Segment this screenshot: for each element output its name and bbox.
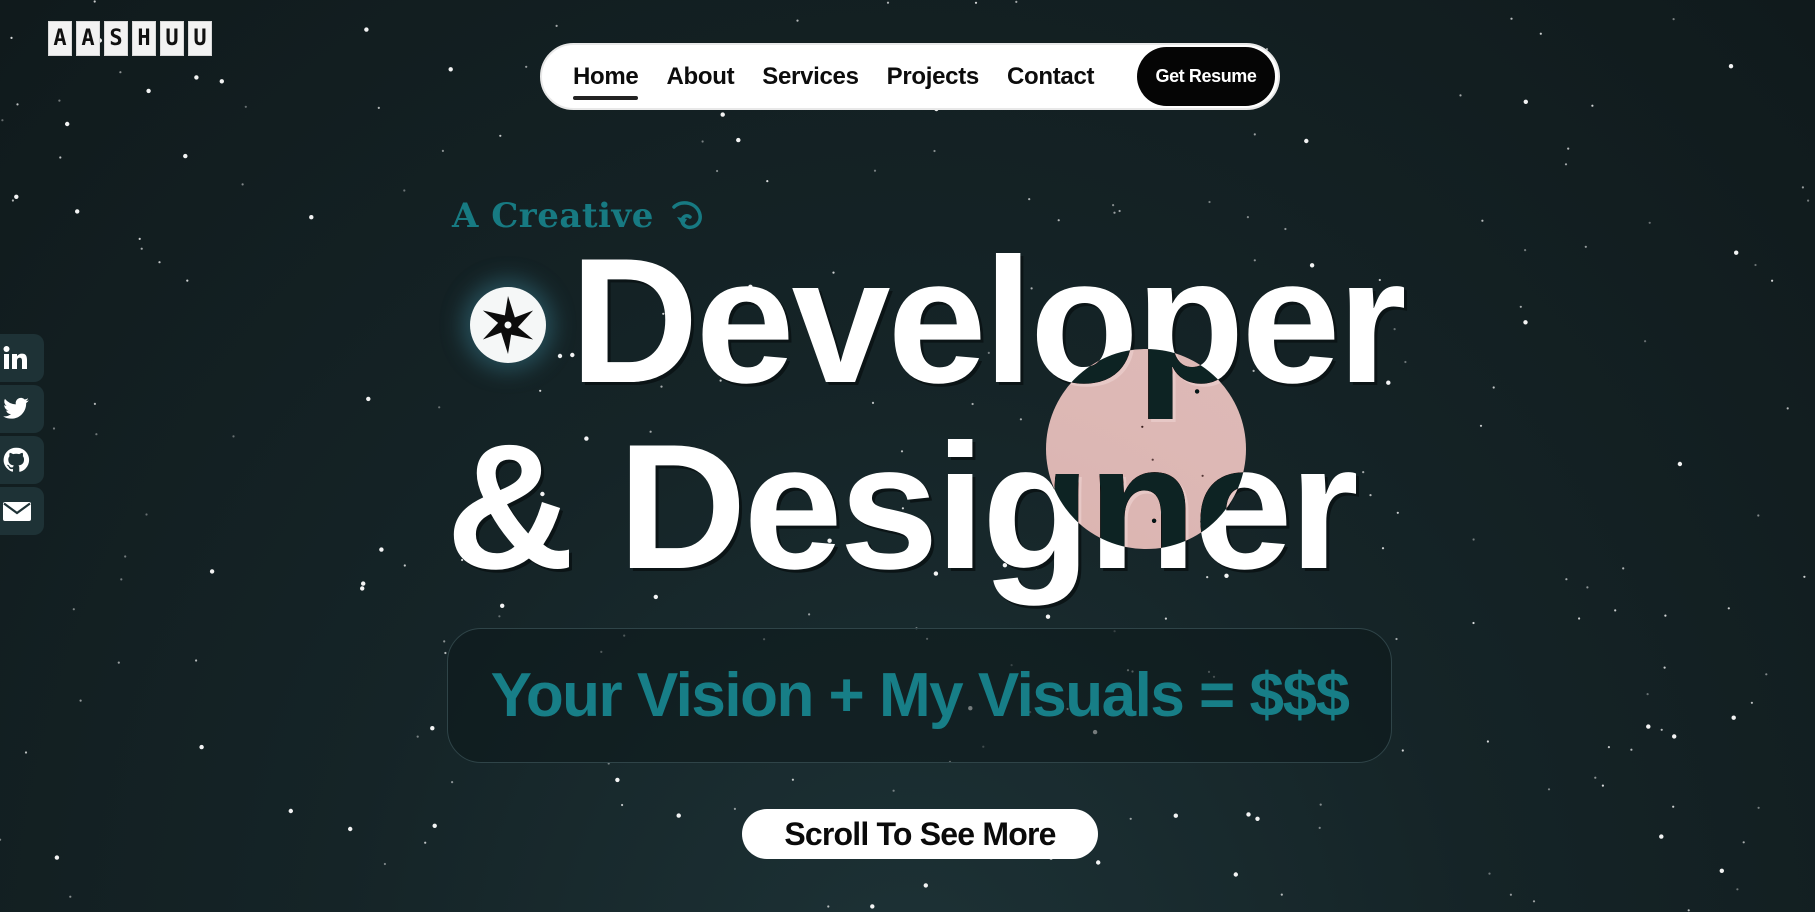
nav-link-services[interactable]: Services [762,63,859,91]
nav-link-about[interactable]: About [666,63,734,91]
nav-link-contact[interactable]: Contact [1007,63,1095,91]
site-logo[interactable]: A A S H U U [48,21,212,56]
linkedin-icon [3,346,27,369]
twitter-link[interactable] [0,385,44,433]
logo-letter: U [188,21,212,56]
vision-banner: Your Vision + My Visuals = $$$ [447,628,1392,763]
main-nav: Home About Services Projects Contact Get… [540,43,1280,110]
logo-letter: A [48,21,72,56]
logo-letter: S [104,21,128,56]
social-links [0,334,44,535]
nav-link-projects[interactable]: Projects [887,63,980,91]
logo-letter: U [160,21,184,56]
email-link[interactable] [0,487,44,535]
headline-developer: Developer [570,221,1407,420]
nav-link-home[interactable]: Home [573,63,639,100]
github-icon [3,447,30,472]
github-link[interactable] [0,436,44,484]
twitter-icon [3,397,29,419]
get-resume-button[interactable]: Get Resume [1137,47,1275,106]
linkedin-link[interactable] [0,334,44,382]
headline-designer: & Designer [446,407,1359,606]
email-icon [3,502,31,521]
scroll-more-button[interactable]: Scroll To See More [742,809,1098,859]
logo-letter: H [132,21,156,56]
logo-letter: A [76,21,100,56]
vision-text: Your Vision + My Visuals = $$$ [490,661,1350,730]
shuriken-icon [470,287,546,363]
